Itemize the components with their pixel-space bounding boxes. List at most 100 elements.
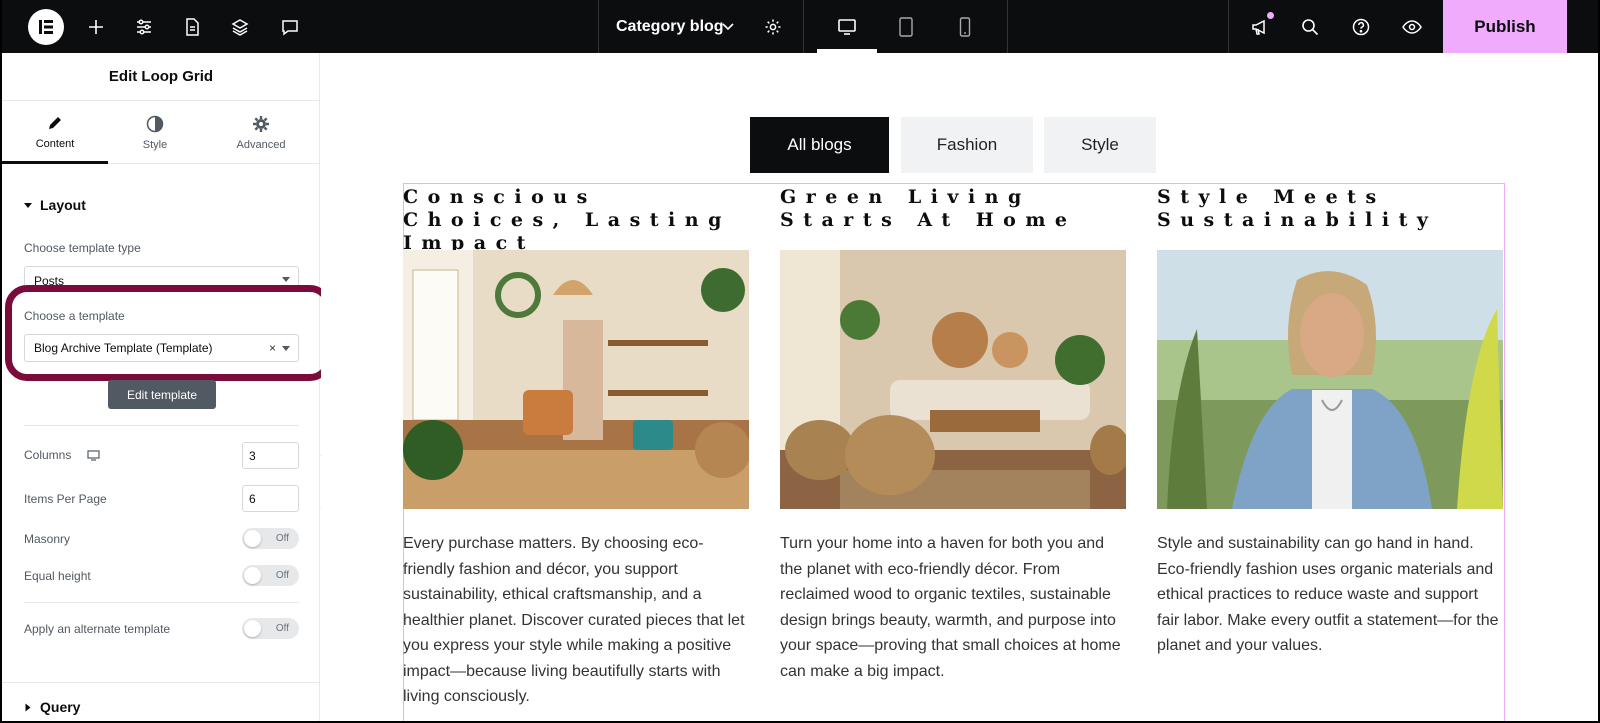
masonry-toggle[interactable]: Off	[242, 528, 299, 549]
tab-label: Advanced	[236, 139, 286, 151]
template-select[interactable]: Blog Archive Template (Template) ×	[24, 334, 299, 362]
search-button[interactable]	[1296, 0, 1324, 53]
editor-panel: Edit Loop Grid Content Style Advanced La…	[2, 53, 332, 721]
editor-window: Category blog Publish Edit Loop Grid Con…	[2, 0, 1598, 721]
template-label: Choose a template	[24, 309, 125, 323]
tab-content[interactable]: Content	[2, 102, 108, 164]
contrast-icon	[146, 115, 164, 133]
columns-label-group: Columns	[24, 448, 100, 462]
filter-style[interactable]: Style	[1044, 117, 1156, 173]
eye-icon	[1402, 19, 1422, 34]
post-title[interactable]: Conscious Choices, Lasting Impact	[403, 186, 749, 254]
tab-style[interactable]: Style	[102, 102, 208, 164]
caret-down-icon	[282, 346, 290, 351]
tab-label: Style	[142, 139, 168, 151]
divider	[24, 602, 299, 603]
desktop-icon[interactable]	[87, 449, 100, 461]
query-section-toggle[interactable]: Query	[24, 699, 80, 715]
tab-advanced[interactable]: Advanced	[208, 102, 314, 164]
layout-section-toggle[interactable]: Layout	[24, 197, 86, 213]
items-per-page-input[interactable]: 6	[242, 485, 299, 512]
notification-dot	[1267, 12, 1274, 19]
tab-label: Content	[35, 137, 75, 150]
search-icon	[1302, 18, 1319, 35]
elementor-logo-icon[interactable]	[28, 9, 64, 45]
post-title[interactable]: Green Living Starts At Home	[780, 186, 1126, 250]
caret-down-icon	[282, 277, 290, 282]
clear-icon[interactable]: ×	[269, 341, 276, 355]
divider	[1228, 0, 1229, 53]
filter-all-blogs[interactable]: All blogs	[750, 117, 889, 173]
toggle-knob	[244, 567, 261, 584]
post-image[interactable]	[780, 250, 1126, 509]
masonry-label: Masonry	[24, 532, 71, 546]
divider	[2, 682, 320, 683]
site-settings-button[interactable]	[130, 0, 158, 53]
equal-height-toggle[interactable]: Off	[242, 565, 299, 586]
items-per-page-label: Items Per Page	[24, 492, 107, 506]
desktop-view-button[interactable]	[832, 0, 862, 53]
page-menu-button[interactable]	[719, 0, 737, 53]
toggle-state: Off	[275, 533, 289, 544]
publish-button[interactable]: Publish	[1443, 0, 1567, 53]
page-settings-button[interactable]	[759, 0, 787, 53]
help-icon	[1352, 18, 1370, 35]
section-title: Query	[40, 699, 81, 715]
preview-button[interactable]	[1398, 0, 1426, 53]
sliders-icon	[137, 18, 151, 35]
post-card[interactable]: Conscious Choices, Lasting Impact Every …	[403, 186, 749, 710]
layers-button[interactable]	[226, 0, 254, 53]
section-title: Layout	[40, 197, 86, 213]
template-value: Blog Archive Template (Template)	[34, 341, 213, 355]
post-card[interactable]: Style Meets Sustainability Style and sus…	[1157, 186, 1503, 659]
post-image[interactable]	[403, 250, 749, 509]
top-bar: Category blog Publish	[2, 0, 1598, 53]
divider	[598, 0, 599, 53]
divider	[1007, 0, 1008, 53]
structure-button[interactable]	[178, 0, 206, 53]
equal-height-label: Equal height	[24, 569, 91, 583]
page-name[interactable]: Category blog	[616, 0, 724, 53]
post-card[interactable]: Green Living Starts At Home Turn your ho…	[780, 186, 1126, 684]
whats-new-button[interactable]	[1246, 0, 1274, 53]
alternate-template-toggle[interactable]: Off	[242, 618, 299, 639]
post-title[interactable]: Style Meets Sustainability	[1157, 186, 1503, 250]
panel-title: Edit Loop Grid	[2, 53, 320, 101]
post-excerpt: Style and sustainability can go hand in …	[1157, 535, 1499, 654]
document-icon	[186, 17, 199, 36]
mobile-icon	[959, 16, 971, 37]
notes-button[interactable]	[276, 0, 304, 53]
preview-canvas: All blogs Fashion Style Conscious Choice…	[321, 53, 1598, 721]
toggle-state: Off	[275, 570, 289, 581]
pencil-icon	[47, 114, 63, 132]
divider	[803, 0, 804, 53]
caret-down-icon	[24, 202, 32, 208]
tablet-icon	[899, 16, 913, 37]
caret-right-icon	[25, 703, 31, 711]
add-element-button[interactable]	[82, 0, 110, 53]
columns-label: Columns	[24, 448, 72, 462]
edit-template-button[interactable]: Edit template	[108, 380, 216, 409]
tablet-view-button[interactable]	[891, 0, 921, 53]
plus-icon	[89, 19, 103, 34]
chevron-down-icon	[722, 22, 734, 30]
post-excerpt: Turn your home into a haven for both you…	[780, 535, 1121, 680]
divider	[24, 425, 299, 426]
gear-icon	[252, 115, 270, 133]
desktop-icon	[838, 18, 856, 35]
toggle-knob	[244, 620, 261, 637]
help-button[interactable]	[1347, 0, 1375, 53]
columns-input[interactable]: 3	[242, 442, 299, 469]
panel-tabs: Content Style Advanced	[2, 102, 320, 164]
post-excerpt: Every purchase matters. By choosing eco-…	[403, 535, 745, 705]
toggle-knob	[244, 530, 261, 547]
filter-fashion[interactable]: Fashion	[901, 117, 1033, 173]
post-image[interactable]	[1157, 250, 1503, 509]
highlight-annotation	[5, 285, 332, 381]
comment-icon	[282, 19, 298, 35]
mobile-view-button[interactable]	[950, 0, 980, 53]
alternate-template-label: Apply an alternate template	[24, 622, 171, 636]
layers-icon	[231, 18, 249, 36]
toggle-state: Off	[275, 623, 289, 634]
gear-icon	[765, 19, 781, 34]
